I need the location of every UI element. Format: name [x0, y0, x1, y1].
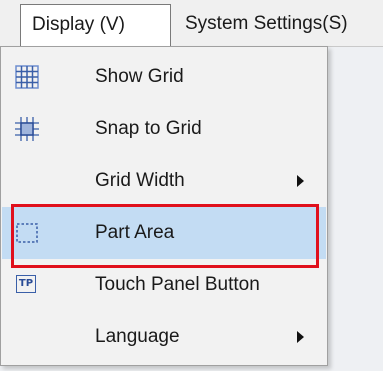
menu-item-label: Snap to Grid	[95, 118, 202, 139]
touch-panel-icon: TP	[14, 272, 40, 298]
menu-system-settings[interactable]: System Settings(S)	[174, 4, 383, 44]
submenu-arrow-icon	[297, 175, 304, 187]
menu-bar: Display (V) System Settings(S)	[0, 0, 383, 47]
menu-item-label: Grid Width	[95, 170, 185, 191]
grid-icon	[14, 64, 40, 90]
menu-item-label: Part Area	[95, 222, 175, 243]
menu-item-snap-to-grid[interactable]: Snap to Grid	[2, 103, 326, 155]
submenu-arrow-icon	[297, 331, 304, 343]
menu-item-grid-width[interactable]: Grid Width	[2, 155, 326, 207]
menu-item-label: Language	[95, 326, 180, 347]
menu-item-language[interactable]: Language	[2, 311, 326, 363]
menu-item-label: Touch Panel Button	[95, 274, 260, 295]
menu-item-label: Show Grid	[95, 66, 184, 87]
display-dropdown-menu: Show Grid Snap to Grid Grid Width Part A…	[0, 46, 328, 366]
snap-grid-icon	[14, 116, 40, 142]
touch-panel-icon-text: TP	[16, 275, 36, 293]
menu-item-part-area[interactable]: Part Area	[2, 207, 326, 259]
menu-item-touch-panel-button[interactable]: TP Touch Panel Button	[2, 259, 326, 311]
part-area-icon	[14, 220, 40, 246]
menu-display[interactable]: Display (V)	[20, 4, 171, 47]
menu-item-show-grid[interactable]: Show Grid	[2, 51, 326, 103]
